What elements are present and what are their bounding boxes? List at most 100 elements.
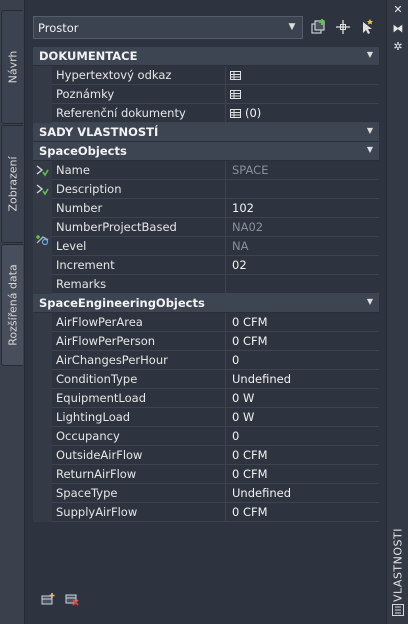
property-grid: DOKUMENTACE ▼ Hypertextový odkaz Poznámk… — [33, 47, 379, 522]
property-row[interactable]: AirChangesPerHour 0 — [33, 351, 379, 370]
subcategory-space-engineering-objects[interactable]: SpaceEngineeringObjects ▼ — [33, 294, 379, 313]
property-value[interactable]: 0 W — [226, 408, 379, 427]
property-name: AirFlowPerArea — [52, 313, 226, 332]
category-property-sets[interactable]: SADY VLASTNOSTÍ ▼ — [33, 123, 379, 142]
property-value[interactable]: 02 — [226, 256, 379, 275]
category-dokumentace[interactable]: DOKUMENTACE ▼ — [33, 47, 379, 66]
collapse-icon[interactable]: ▼ — [367, 297, 373, 306]
property-name: AirFlowPerPerson — [52, 332, 226, 351]
property-row-level[interactable]: Level NA — [33, 235, 379, 256]
select-objects-icon[interactable] — [334, 18, 352, 36]
property-name: Level — [52, 237, 226, 256]
collapse-icon[interactable]: ▼ — [367, 50, 373, 59]
property-value[interactable]: 102 — [226, 199, 379, 218]
collapse-icon[interactable]: ▼ — [367, 145, 373, 154]
property-name: OutsideAirFlow — [52, 446, 226, 465]
property-value[interactable]: 0 W — [226, 389, 379, 408]
quick-select-icon[interactable] — [310, 18, 328, 36]
property-value[interactable] — [226, 180, 379, 199]
property-row[interactable]: OutsideAirFlow 0 CFM — [33, 446, 379, 465]
property-value[interactable] — [226, 66, 379, 85]
property-row[interactable]: ConditionType Undefined — [33, 370, 379, 389]
tab-rozsirena-data[interactable]: Rozšířená data — [1, 244, 23, 366]
property-value[interactable]: Undefined — [226, 484, 379, 503]
property-row[interactable]: ReturnAirFlow 0 CFM — [33, 465, 379, 484]
palette-icon — [392, 604, 404, 616]
property-name: LightingLoad — [52, 408, 226, 427]
property-name: SupplyAirFlow — [52, 503, 226, 522]
property-name: Number — [52, 199, 226, 218]
property-row[interactable]: LightingLoad 0 W — [33, 408, 379, 427]
property-row[interactable]: Occupancy 0 — [33, 427, 379, 446]
property-value[interactable]: 0 CFM — [226, 313, 379, 332]
property-row-hyperlink[interactable]: Hypertextový odkaz — [33, 66, 379, 85]
property-row-reference-docs[interactable]: Referenční dokumenty (0) — [33, 104, 379, 123]
properties-palette: Návrh Zobrazení Rozšířená data Prostor ▼ — [0, 0, 408, 624]
property-row[interactable]: SpaceType Undefined — [33, 484, 379, 503]
palette-tabs: Návrh Zobrazení Rozšířená data — [0, 0, 24, 624]
property-value[interactable]: 0 — [226, 427, 379, 446]
property-name: Remarks — [52, 275, 226, 294]
property-name: Poznámky — [52, 85, 226, 104]
add-property-set-icon[interactable] — [41, 592, 55, 606]
formula-property-icon — [36, 235, 49, 246]
table-icon — [230, 109, 241, 118]
property-row-increment[interactable]: Increment 02 — [33, 256, 379, 275]
property-row-name[interactable]: Name SPACE — [33, 161, 379, 180]
auto-hide-icon[interactable]: ⧓ — [391, 22, 405, 36]
property-name: Name — [52, 161, 226, 180]
property-name: Increment — [52, 256, 226, 275]
property-name: NumberProjectBased — [52, 218, 226, 237]
remove-property-set-icon[interactable] — [65, 592, 79, 606]
property-row-number[interactable]: Number 102 — [33, 199, 379, 218]
auto-property-icon — [36, 165, 49, 177]
property-name: Occupancy — [52, 427, 226, 446]
tab-zobrazeni[interactable]: Zobrazení — [1, 125, 23, 243]
property-row[interactable]: AirFlowPerArea 0 CFM — [33, 313, 379, 332]
property-value[interactable]: NA — [226, 237, 379, 256]
toggle-pickadd-icon[interactable] — [358, 18, 376, 36]
property-name: Referenční dokumenty — [52, 104, 226, 123]
gear-icon[interactable]: ✲ — [391, 40, 405, 54]
property-row-notes[interactable]: Poznámky — [33, 85, 379, 104]
property-value[interactable]: 0 — [226, 351, 379, 370]
property-row-remarks[interactable]: Remarks — [33, 275, 379, 294]
tab-navrh[interactable]: Návrh — [1, 10, 23, 124]
property-name: EquipmentLoad — [52, 389, 226, 408]
palette-title: VLASTNOSTI — [391, 528, 404, 602]
auto-property-icon — [36, 184, 49, 196]
table-icon — [230, 71, 241, 80]
property-name: AirChangesPerHour — [52, 351, 226, 370]
property-name: Description — [52, 180, 226, 199]
property-row-number-project-based[interactable]: NumberProjectBased NA02 — [33, 218, 379, 237]
property-row[interactable]: AirFlowPerPerson 0 CFM — [33, 332, 379, 351]
subcategory-space-objects[interactable]: SpaceObjects ▼ — [33, 142, 379, 161]
property-value[interactable]: 0 CFM — [226, 465, 379, 484]
main-panel: Prostor ▼ DOKUMENTACE ▼ Hypertextový odk… — [24, 0, 386, 624]
table-icon — [230, 90, 241, 99]
reference-count: (0) — [245, 106, 262, 120]
property-value[interactable]: SPACE — [226, 161, 379, 180]
tab-zobrazeni-label: Zobrazení — [6, 156, 19, 212]
property-value[interactable]: (0) — [226, 104, 379, 123]
tab-rozsirena-data-label: Rozšířená data — [6, 264, 19, 346]
property-row[interactable]: SupplyAirFlow 0 CFM — [33, 503, 379, 522]
property-value[interactable] — [226, 85, 379, 104]
object-type-select[interactable]: Prostor ▼ — [33, 16, 303, 39]
close-icon[interactable]: ✕ — [391, 3, 405, 17]
subcategory-label: SpaceEngineeringObjects — [39, 296, 205, 310]
subcategory-label: SpaceObjects — [39, 144, 127, 158]
property-name: ConditionType — [52, 370, 226, 389]
property-value[interactable]: Undefined — [226, 370, 379, 389]
chevron-down-icon: ▼ — [288, 22, 296, 32]
property-row[interactable]: EquipmentLoad 0 W — [33, 389, 379, 408]
property-value[interactable]: 0 CFM — [226, 503, 379, 522]
collapse-icon[interactable]: ▼ — [367, 126, 373, 135]
property-value[interactable]: 0 CFM — [226, 446, 379, 465]
property-value[interactable] — [226, 275, 379, 294]
property-row-description[interactable]: Description — [33, 180, 379, 199]
property-value[interactable]: NA02 — [226, 218, 379, 237]
property-name: Hypertextový odkaz — [52, 66, 226, 85]
palette-titlebar[interactable]: ✕ ⧓ ✲ VLASTNOSTI — [386, 0, 408, 624]
property-value[interactable]: 0 CFM — [226, 332, 379, 351]
